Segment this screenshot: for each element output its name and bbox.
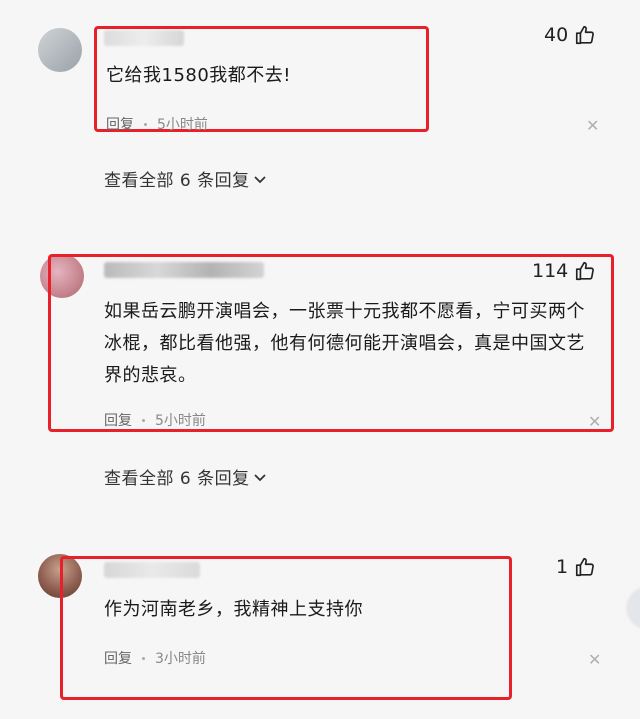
view-all-replies-label: 查看全部 6 条回复 xyxy=(104,171,250,191)
chevron-down-icon xyxy=(253,473,266,481)
separator-dot xyxy=(142,656,145,660)
thumbs-up-icon xyxy=(576,25,595,45)
close-icon[interactable]: ✕ xyxy=(586,116,599,135)
close-icon[interactable]: ✕ xyxy=(588,412,601,431)
timestamp: 3小时前 xyxy=(155,651,206,667)
like-button[interactable]: 1 xyxy=(556,556,596,578)
close-icon[interactable]: ✕ xyxy=(588,650,601,669)
timestamp: 5小时前 xyxy=(155,413,206,429)
like-count: 1 xyxy=(556,556,569,578)
comment-meta: 回复 5小时前 xyxy=(106,114,208,134)
like-count: 40 xyxy=(544,24,569,46)
comment-text: 它给我1580我都不去! xyxy=(106,65,292,86)
separator-dot xyxy=(144,122,147,126)
timestamp: 5小时前 xyxy=(157,117,208,133)
separator-dot xyxy=(142,418,145,422)
avatar[interactable] xyxy=(38,28,82,72)
chevron-down-icon xyxy=(253,175,266,183)
thumbs-up-icon xyxy=(576,557,595,577)
reply-button[interactable]: 回复 xyxy=(106,114,134,134)
highlight-box xyxy=(60,556,512,700)
view-all-replies-link[interactable]: 查看全部 6 条回复 xyxy=(104,166,268,191)
comment-text: 如果岳云鹏开演唱会，一张票十元我都不愿看，宁可买两个冰棍，都比看他强，他有何德何… xyxy=(104,301,585,386)
comment-meta: 回复 3小时前 xyxy=(104,648,206,668)
comment-text: 作为河南老乡，我精神上支持你 xyxy=(104,599,363,620)
view-all-replies-label: 查看全部 6 条回复 xyxy=(104,469,250,489)
floating-action-button[interactable] xyxy=(628,588,640,628)
view-all-replies-link[interactable]: 查看全部 6 条回复 xyxy=(104,464,268,489)
comment-meta: 回复 5小时前 xyxy=(104,410,206,430)
like-button[interactable]: 40 xyxy=(544,24,596,46)
reply-button[interactable]: 回复 xyxy=(104,648,132,668)
reply-button[interactable]: 回复 xyxy=(104,410,132,430)
